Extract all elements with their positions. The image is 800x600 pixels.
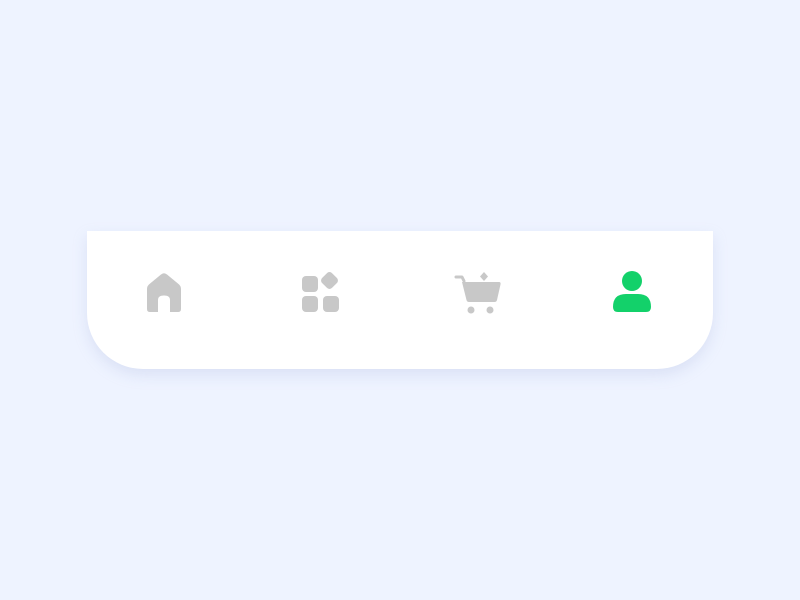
cart-basket [462, 282, 501, 302]
home-icon-shape [147, 273, 181, 312]
cart-handle [454, 275, 466, 283]
apps-grid-icon [299, 271, 343, 315]
user-icon [613, 271, 657, 315]
apps-tile-bottom-right [323, 296, 339, 312]
user-head [622, 271, 642, 291]
shopping-cart-icon [453, 269, 503, 317]
apps-tile-top-left [302, 276, 318, 292]
apps-tile-top-right [321, 272, 338, 289]
tab-cart[interactable] [448, 265, 508, 321]
cart-wheel-left [467, 306, 475, 314]
tab-profile[interactable] [605, 265, 665, 321]
apps-tile-bottom-left [302, 296, 318, 312]
tab-apps[interactable] [291, 265, 351, 321]
cart-wheel-right [486, 306, 494, 314]
cart-item-diamond [480, 272, 488, 281]
bottom-tab-bar [87, 231, 713, 369]
user-body [613, 294, 651, 312]
page-background [0, 0, 800, 600]
home-icon [143, 271, 185, 315]
tab-home[interactable] [134, 265, 194, 321]
